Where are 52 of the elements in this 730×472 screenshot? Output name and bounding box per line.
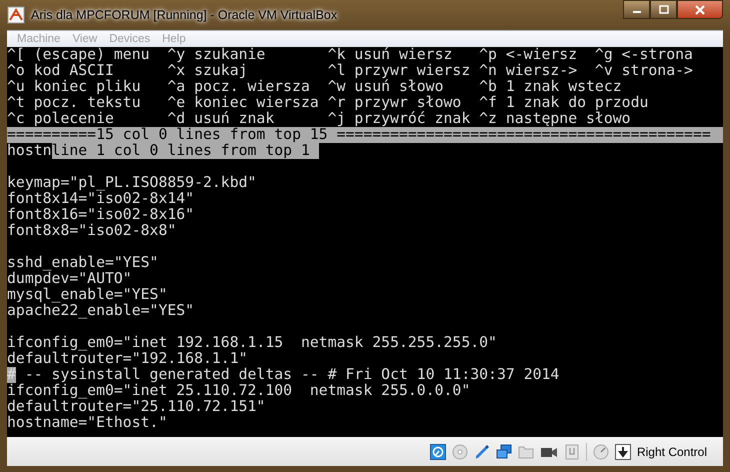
shortcut-hint: ^g <-strona (594, 47, 693, 63)
folder-icon (518, 444, 534, 460)
shortcut-hint: ^y szukanie (167, 47, 266, 63)
config-line: ifconfig_em0="inet 192.168.1.15 netmask 255.255.255.0" (7, 335, 497, 351)
config-line: font8x14="iso02-8x14" (7, 191, 194, 207)
network-icon (496, 444, 512, 460)
shortcut-hint: ^j przywróć znak (328, 111, 472, 127)
maximize-button[interactable] (650, 0, 677, 19)
shortcut-hint: ^r przywr słowo (328, 95, 462, 111)
config-line: ifconfig_em0="inet 25.110.72.100 netmask 255.0.0.0" (7, 383, 470, 399)
config-line: hostname="Ethost." (7, 415, 168, 431)
shortcut-hint: ^l przywr wiersz (328, 63, 472, 79)
config-line: keymap="pl_PL.ISO8859-2.kbd" (7, 175, 256, 191)
config-line: sshd_enable="YES" (7, 255, 158, 271)
window-title: Aris dla MPCFORUM [Running] - Oracle VM VirtualBox (31, 8, 338, 22)
shortcut-hint: ^u koniec pliku (7, 79, 142, 95)
maximize-icon (658, 5, 668, 14)
config-line: defaultrouter="25.110.72.151" (7, 399, 266, 415)
shortcut-hint: ^b 1 znak wstecz (479, 79, 622, 95)
shortcut-hint: ^p <-wiersz (479, 47, 578, 63)
close-button[interactable] (677, 0, 723, 19)
shortcut-hint: ^[ (escape) menu (7, 47, 151, 63)
shortcut-hint: ^e koniec wiersza (167, 95, 320, 111)
editor-message: line 1 col 0 lines from top 1 (52, 143, 319, 159)
optical-disc-icon (452, 444, 468, 460)
config-line: defaultrouter="192.168.1.1" (7, 351, 248, 367)
typed-text: hostn (7, 143, 52, 159)
shortcut-hint: ^z następne słowo (479, 111, 631, 127)
config-line: font8x16="iso02-8x16" (7, 207, 194, 223)
shortcut-hint: ^a pocz. wiersza (167, 79, 311, 95)
shortcut-hint: ^k usuń wiersz (328, 47, 454, 63)
shortcut-hint: ^n wiersz-> (479, 63, 578, 79)
shortcut-hint: ^f 1 znak do przodu (479, 95, 648, 111)
shortcut-hint: ^o kod ASCII (7, 63, 115, 79)
config-line: font8x8="iso02-8x8" (7, 223, 176, 239)
shortcut-hint: ^d usuń znak (167, 111, 276, 127)
config-line: apache22_enable="YES" (7, 303, 194, 319)
shortcut-hint: ^x szukaj (167, 63, 249, 79)
usb-pen-icon (474, 444, 490, 460)
host-key-label: Right Control (636, 444, 707, 458)
chip-icon (564, 444, 580, 460)
app-icon (7, 6, 25, 24)
shortcut-hint: ^c polecenie (7, 111, 115, 127)
minimize-button[interactable] (623, 0, 650, 19)
shortcut-hint: ^t pocz. tekstu (7, 95, 142, 111)
shortcut-hint: ^v strona-> (594, 63, 693, 79)
shortcut-hint: ^w usuń słowo (328, 79, 444, 95)
config-line: dumpdev="AUTO" (7, 271, 132, 287)
mouse-integration-icon (592, 444, 609, 460)
hard-disk-icon (430, 444, 446, 460)
config-line: mysql_enable="YES" (7, 287, 168, 303)
close-icon (694, 4, 706, 14)
